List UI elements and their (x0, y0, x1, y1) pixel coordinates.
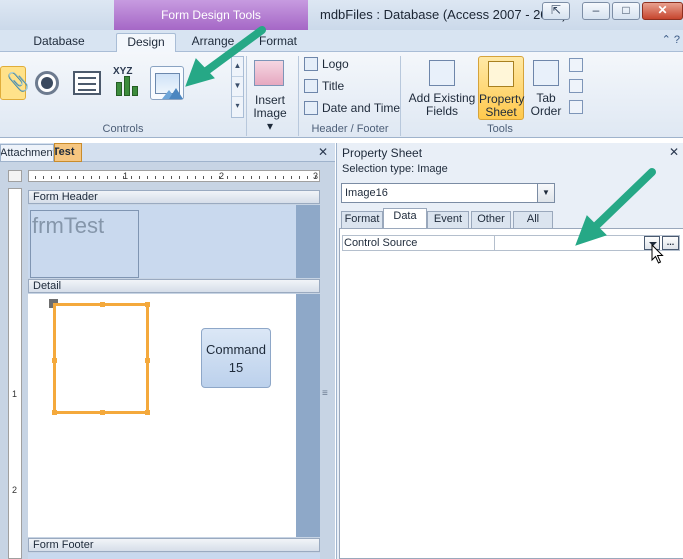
arrow-to-control-source (592, 168, 656, 230)
arrow-to-image-control (201, 26, 266, 76)
annotation-arrows (185, 26, 656, 246)
